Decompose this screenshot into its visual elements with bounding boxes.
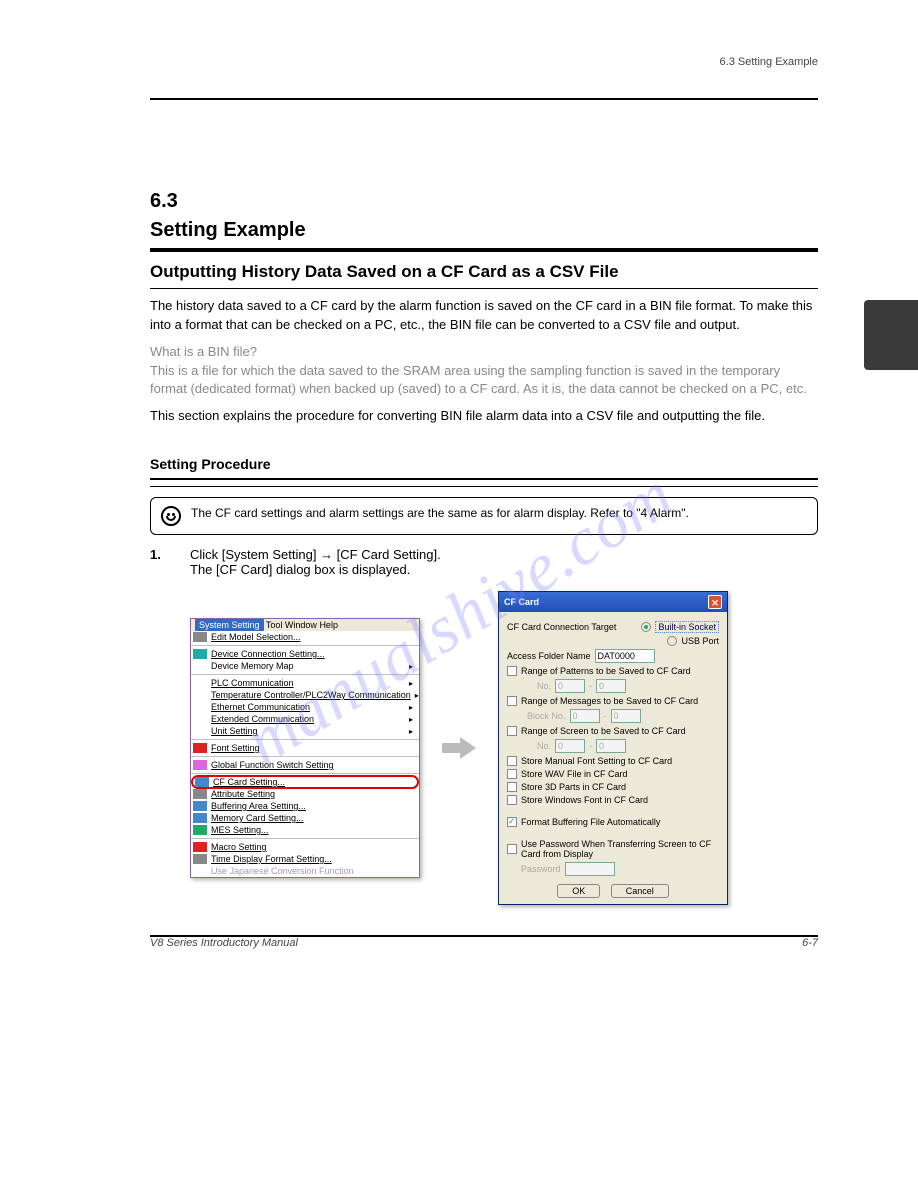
- patterns-to[interactable]: [596, 679, 626, 693]
- access-folder-label: Access Folder Name: [507, 651, 591, 661]
- chk-password-label: Use Password When Transferring Screen to…: [521, 839, 719, 859]
- footer-right: 6-7: [802, 937, 818, 949]
- close-icon[interactable]: ✕: [708, 595, 722, 609]
- tip-callout: The CF card settings and alarm settings …: [150, 497, 818, 535]
- chevron-right-icon: ▸: [409, 662, 413, 671]
- chk-format-label: Format Buffering File Automatically: [521, 817, 660, 827]
- mes-icon: [193, 825, 207, 835]
- patterns-from[interactable]: [555, 679, 585, 693]
- conn-target-label: CF Card Connection Target: [507, 622, 616, 632]
- screen-from[interactable]: [555, 739, 585, 753]
- ok-button[interactable]: OK: [557, 884, 600, 898]
- chk-format-buffering[interactable]: [507, 817, 517, 827]
- memorycard-icon: [193, 813, 207, 823]
- menu-item[interactable]: Global Function Switch Setting: [191, 759, 419, 771]
- cf-card-dialog: CF Card ✕ CF Card Connection Target Buil…: [498, 591, 728, 905]
- subhead-rule-bottom: [150, 486, 818, 487]
- screen-to[interactable]: [596, 739, 626, 753]
- paragraph-1: The history data saved to a CF card by t…: [150, 297, 818, 335]
- access-folder-input[interactable]: [595, 649, 655, 663]
- tip-text: The CF card settings and alarm settings …: [191, 506, 689, 520]
- macro-icon: [193, 842, 207, 852]
- subsection-rule-1: [150, 288, 818, 289]
- chk-screen-label: Range of Screen to be Saved to CF Card: [521, 726, 686, 736]
- chk-wav-label: Store WAV File in CF Card: [521, 769, 628, 779]
- chk-screen[interactable]: [507, 726, 517, 736]
- chk-winfont-label: Store Windows Font in CF Card: [521, 795, 648, 805]
- menu-bar-item-help[interactable]: Help: [319, 620, 338, 630]
- menu-item[interactable]: Macro Setting: [191, 841, 419, 853]
- password-input[interactable]: [565, 862, 615, 876]
- subhead-setting-procedure: Setting Procedure: [150, 456, 818, 472]
- section-number: 6.3: [150, 190, 178, 212]
- menu-item[interactable]: Device Memory Map▸: [191, 660, 419, 672]
- password-label: Password: [521, 864, 561, 874]
- step-text-2: The [CF Card] dialog box is displayed.: [190, 562, 818, 577]
- messages-to[interactable]: [611, 709, 641, 723]
- chk-3dparts[interactable]: [507, 782, 517, 792]
- menu-bar: System Setting Tool Window Help: [191, 619, 419, 631]
- radio-label-builtin: Built-in Socket: [655, 621, 719, 633]
- radio-builtin-socket[interactable]: [641, 622, 651, 632]
- font-icon: [193, 743, 207, 753]
- clock-icon: [193, 854, 207, 864]
- menu-item[interactable]: Memory Card Setting...: [191, 812, 419, 824]
- cfcard-icon: [195, 777, 209, 787]
- radio-usb-port[interactable]: [667, 636, 677, 646]
- square-icon: [193, 632, 207, 642]
- step-text-1: Click [System Setting] → [CF Card Settin…: [190, 547, 818, 562]
- chk-password[interactable]: [507, 844, 517, 854]
- menu-item[interactable]: PLC Communication▸: [191, 677, 419, 689]
- header-right: 6.3 Setting Example: [720, 56, 818, 68]
- chk-patterns-label: Range of Patterns to be Saved to CF Card: [521, 666, 691, 676]
- chk-wav[interactable]: [507, 769, 517, 779]
- chk-manualfont-label: Store Manual Font Setting to CF Card: [521, 756, 672, 766]
- subsection-title-1: Outputting History Data Saved on a CF Ca…: [150, 262, 818, 282]
- chk-messages[interactable]: [507, 696, 517, 706]
- arrow-right-icon: [442, 737, 476, 759]
- cancel-button[interactable]: Cancel: [611, 884, 669, 898]
- messages-from[interactable]: [570, 709, 600, 723]
- dialog-title: CF Card: [504, 597, 539, 607]
- menu-bar-item-system[interactable]: System Setting: [195, 619, 264, 631]
- menu-item[interactable]: Font Setting: [191, 742, 419, 754]
- radio-label-usb: USB Port: [681, 636, 719, 646]
- step-number: 1.: [150, 547, 176, 562]
- menu-bar-item-tool[interactable]: Tool: [266, 620, 283, 630]
- menu-item[interactable]: MES Setting...: [191, 824, 419, 836]
- menu-item[interactable]: Attribute Setting: [191, 788, 419, 800]
- section-rule: [150, 248, 818, 252]
- paragraph-2: This section explains the procedure for …: [150, 407, 818, 426]
- menu-item[interactable]: Temperature Controller/PLC2Way Communica…: [191, 689, 419, 701]
- buffer-icon: [193, 801, 207, 811]
- menu-item[interactable]: Ethernet Communication▸: [191, 701, 419, 713]
- side-tab: [864, 300, 918, 370]
- note-title: What is a BIN file?: [150, 344, 257, 359]
- smiley-icon: [161, 506, 181, 526]
- chk-messages-label: Range of Messages to be Saved to CF Card: [521, 696, 698, 706]
- attribute-icon: [193, 789, 207, 799]
- chk-3dparts-label: Store 3D Parts in CF Card: [521, 782, 626, 792]
- note-body: This is a file for which the data saved …: [150, 363, 807, 397]
- menu-item[interactable]: Unit Setting▸: [191, 725, 419, 737]
- menu-item[interactable]: Edit Model Selection...: [191, 631, 419, 643]
- chk-winfont[interactable]: [507, 795, 517, 805]
- menu-screenshot: System Setting Tool Window Help Edit Mod…: [190, 618, 420, 878]
- subhead-rule-top: [150, 478, 818, 480]
- footer-left: V8 Series Introductory Manual: [150, 937, 298, 949]
- chk-manualfont[interactable]: [507, 756, 517, 766]
- menu-bar-item-window[interactable]: Window: [285, 620, 317, 630]
- menu-item[interactable]: Time Display Format Setting...: [191, 853, 419, 865]
- menu-item-cfcard-highlighted[interactable]: CF Card Setting...: [191, 775, 419, 789]
- section-title: Setting Example: [150, 219, 818, 242]
- connection-icon: [193, 649, 207, 659]
- menu-item[interactable]: Extended Communication▸: [191, 713, 419, 725]
- chk-patterns[interactable]: [507, 666, 517, 676]
- switch-icon: [193, 760, 207, 770]
- dialog-titlebar[interactable]: CF Card ✕: [499, 592, 727, 612]
- menu-item[interactable]: Device Connection Setting...: [191, 648, 419, 660]
- menu-item[interactable]: Buffering Area Setting...: [191, 800, 419, 812]
- menu-item-disabled: Use Japanese Conversion Function: [191, 865, 419, 877]
